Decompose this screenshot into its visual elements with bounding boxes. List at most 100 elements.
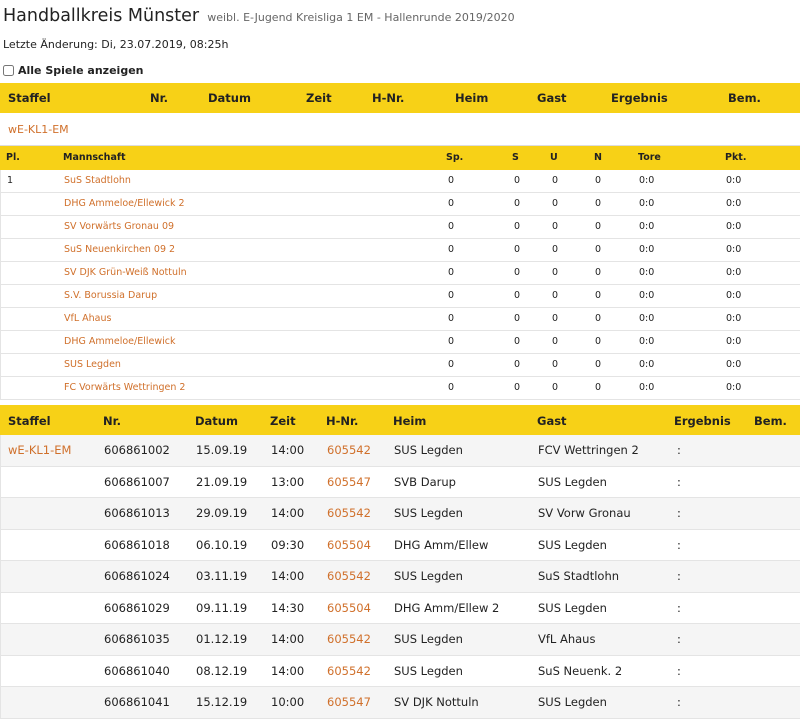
standings-u: 0 [552, 175, 559, 186]
standings-n: 0 [595, 267, 602, 278]
game-hnr-link[interactable]: 605542 [327, 569, 371, 583]
game-datum: 15.12.19 [196, 695, 248, 709]
standings-sp: 0 [448, 198, 455, 209]
games-col-hnr: H-Nr. [326, 414, 359, 428]
standings-n: 0 [595, 313, 602, 324]
game-datum: 03.11.19 [196, 569, 248, 583]
standings-row: SUS Legden 0 0 0 0 0:0 0:0 [1, 354, 800, 377]
game-hnr-link[interactable]: 605547 [327, 475, 371, 489]
game-datum: 15.09.19 [196, 443, 248, 457]
show-all-label[interactable]: Alle Spiele anzeigen [18, 64, 144, 77]
standings-sp: 0 [448, 244, 455, 255]
standings-row: SuS Neuenkirchen 09 2 0 0 0 0 0:0 0:0 [1, 239, 800, 262]
standings-pkt: 0:0 [726, 244, 742, 255]
standings-u: 0 [552, 244, 559, 255]
games-col-nr: Nr. [103, 414, 122, 428]
game-staffel-link[interactable]: wE-KL1-EM [8, 443, 71, 457]
standings-n: 0 [595, 336, 602, 347]
game-row: 606861013 29.09.19 14:00 605542 SUS Legden SV… [1, 498, 800, 530]
show-all-toggle[interactable]: Alle Spiele anzeigen [3, 62, 800, 78]
game-hnr-link[interactable]: 605542 [327, 664, 371, 678]
game-hnr-link[interactable]: 605547 [327, 695, 371, 709]
game-hnr-link[interactable]: 605504 [327, 538, 371, 552]
last-change-text: Letzte Änderung: Di, 23.07.2019, 08:25h [3, 38, 229, 51]
game-ergebnis: : [677, 443, 681, 457]
standings-team-link[interactable]: SV Vorwärts Gronau 09 [64, 221, 174, 232]
standings-row: SV Vorwärts Gronau 09 0 0 0 0 0:0 0:0 [1, 216, 800, 239]
standings-team-link[interactable]: SV DJK Grün-Weiß Nottuln [64, 267, 187, 278]
games-col-zeit: Zeit [270, 414, 296, 428]
standings-team-link[interactable]: S.V. Borussia Darup [64, 290, 157, 301]
standings-row: VfL Ahaus 0 0 0 0 0:0 0:0 [1, 308, 800, 331]
standings-tore: 0:0 [639, 198, 655, 209]
game-nr: 606861029 [104, 600, 170, 615]
game-row: 606861007 21.09.19 13:00 605547 SVB Darup SUS… [1, 467, 800, 498]
standings-u: 0 [552, 221, 559, 232]
standings-team-link[interactable]: FC Vorwärts Wettringen 2 [64, 382, 185, 393]
games-col-staffel: Staffel [8, 414, 51, 428]
standings-team-link[interactable]: SuS Neuenkirchen 09 2 [64, 244, 175, 255]
standings-team-link[interactable]: SuS Stadtlohn [64, 175, 131, 186]
standings-s: 0 [514, 382, 521, 393]
game-zeit: 09:30 [271, 537, 305, 552]
game-datum: 08.12.19 [196, 663, 248, 678]
game-hnr-link[interactable]: 605504 [327, 601, 371, 615]
standings-team-link[interactable]: SUS Legden [64, 359, 121, 370]
standings-pl: 1 [7, 175, 14, 186]
game-nr: 606861013 [104, 506, 170, 520]
standings-pkt: 0:0 [726, 175, 742, 186]
page-title: Handballkreis Münster [3, 6, 200, 26]
game-zeit: 13:00 [271, 474, 305, 489]
standings-pkt: 0:0 [726, 221, 742, 232]
group-link[interactable]: wE-KL1-EM [8, 123, 69, 136]
standings-team-link[interactable]: DHG Ammeloe/Ellewick [64, 336, 175, 347]
standings-pkt: 0:0 [726, 382, 742, 393]
game-zeit: 14:00 [271, 506, 305, 520]
standings-header-bar: Pl. Mannschaft Sp. S U N Tore Pkt. [0, 146, 800, 170]
game-heim: SV DJK Nottuln [394, 695, 479, 709]
game-hnr-link[interactable]: 605542 [327, 443, 371, 457]
col-ergebnis: Ergebnis [611, 91, 668, 105]
standings-col-u: U [550, 152, 558, 163]
game-heim: SUS Legden [394, 443, 463, 457]
game-row: wE-KL1-EM 606861002 15.09.19 14:00 605542 SUS… [1, 435, 800, 467]
group-row: wE-KL1-EM [0, 113, 800, 146]
standings-s: 0 [514, 313, 521, 324]
standings-u: 0 [552, 359, 559, 370]
game-hnr-link[interactable]: 605542 [327, 506, 371, 520]
game-ergebnis: : [677, 632, 681, 646]
standings-n: 0 [595, 359, 602, 370]
standings-u: 0 [552, 382, 559, 393]
game-gast: SUS Legden [538, 474, 607, 489]
standings-pkt: 0:0 [726, 198, 742, 209]
game-zeit: 14:00 [271, 443, 305, 457]
game-heim: SUS Legden [394, 569, 463, 583]
standings-pkt: 0:0 [726, 359, 742, 370]
game-row: 606861018 06.10.19 09:30 605504 DHG Amm/Elle… [1, 530, 800, 561]
standings-team-link[interactable]: DHG Ammeloe/Ellewick 2 [64, 198, 185, 209]
standings-n: 0 [595, 198, 602, 209]
game-heim: SUS Legden [394, 663, 463, 678]
game-zeit: 10:00 [271, 695, 305, 709]
games-col-bem: Bem. [754, 414, 787, 428]
standings-col-n: N [594, 152, 602, 163]
standings-s: 0 [514, 221, 521, 232]
games-header-bar: Staffel Nr. Datum Zeit H-Nr. Heim Gast E… [0, 405, 800, 435]
standings-team-link[interactable]: VfL Ahaus [64, 313, 111, 324]
game-gast: VfL Ahaus [538, 632, 596, 646]
col-gast: Gast [537, 91, 567, 105]
standings-sp: 0 [448, 267, 455, 278]
standings-row: FC Vorwärts Wettringen 2 0 0 0 0 0:0 0:0 [1, 377, 800, 400]
game-ergebnis: : [677, 506, 681, 520]
show-all-checkbox[interactable] [3, 64, 14, 76]
game-row: 606861024 03.11.19 14:00 605542 SUS Legden Su… [1, 561, 800, 593]
standings-pkt: 0:0 [726, 267, 742, 278]
game-nr: 606861040 [104, 663, 170, 678]
game-gast: SuS Stadtlohn [538, 569, 620, 583]
game-ergebnis: : [677, 569, 681, 583]
standings-pkt: 0:0 [726, 290, 742, 301]
standings-tore: 0:0 [639, 382, 655, 393]
game-gast: SUS Legden [538, 695, 607, 709]
game-hnr-link[interactable]: 605542 [327, 632, 371, 646]
standings-s: 0 [514, 244, 521, 255]
